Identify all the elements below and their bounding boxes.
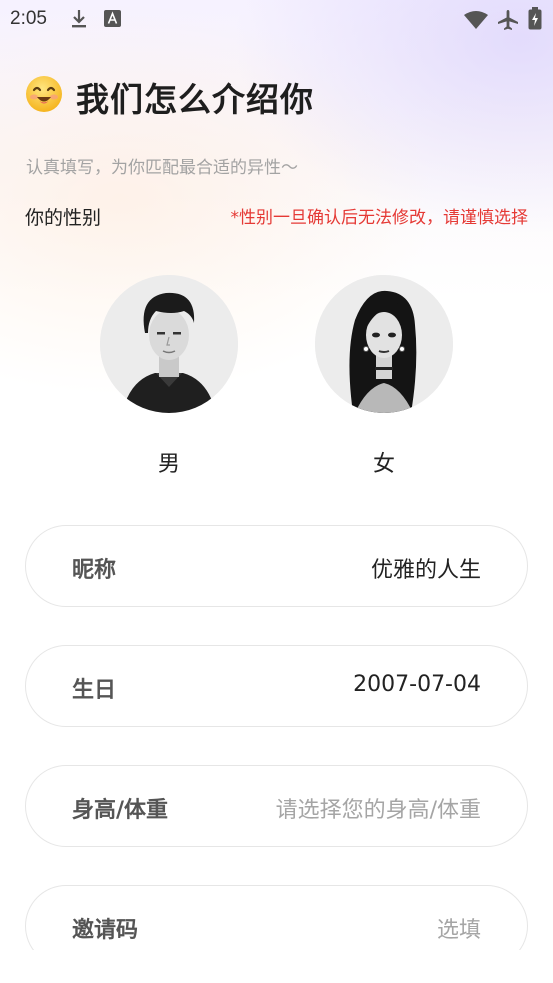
- font-a-icon: [104, 10, 121, 27]
- status-time: 2:05: [10, 8, 47, 29]
- gender-option-female[interactable]: 女: [314, 275, 454, 478]
- nickname-label: 昵称: [72, 558, 117, 583]
- invite-code-label: 邀请码: [72, 918, 139, 943]
- female-avatar-icon: [315, 275, 453, 413]
- birthday-label: 生日: [72, 678, 117, 703]
- status-bar: 2:05: [0, 0, 553, 38]
- height-weight-label: 身高/体重: [72, 798, 169, 823]
- nickname-field[interactable]: 昵称 优雅的人生: [25, 525, 528, 607]
- height-weight-placeholder[interactable]: 请选择您的身高/体重: [276, 792, 481, 824]
- male-option-label: 男: [157, 452, 180, 477]
- page-subtitle: 认真填写，为你匹配最合适的异性～: [26, 158, 298, 178]
- battery-icon: [528, 7, 542, 30]
- invite-code-placeholder[interactable]: 选填: [437, 912, 481, 944]
- female-option-label: 女: [372, 452, 395, 477]
- airplane-icon: [498, 10, 518, 30]
- wifi-icon: [464, 11, 488, 29]
- page-title: 我们怎么介绍你: [76, 80, 314, 119]
- male-avatar-icon: [100, 275, 238, 413]
- download-icon: [72, 10, 86, 28]
- screen: 2:05 我们怎么介绍你 认真填写，为你匹配最合适的异性～ 你的性别 *性别一旦…: [0, 0, 553, 983]
- birthday-value[interactable]: 2007-07-04: [353, 672, 481, 697]
- bottom-mask: [0, 950, 553, 983]
- smiling-face-emoji-icon: [26, 76, 62, 112]
- gender-warning: *性别一旦确认后无法修改，请谨慎选择: [230, 208, 529, 228]
- height-weight-field[interactable]: 身高/体重 请选择您的身高/体重: [25, 765, 528, 847]
- male-avatar[interactable]: [100, 275, 238, 413]
- gender-option-male[interactable]: 男: [99, 275, 239, 478]
- nickname-value[interactable]: 优雅的人生: [371, 552, 481, 584]
- female-avatar[interactable]: [315, 275, 453, 413]
- birthday-field[interactable]: 生日 2007-07-04: [25, 645, 528, 727]
- gender-label: 你的性别: [25, 207, 102, 229]
